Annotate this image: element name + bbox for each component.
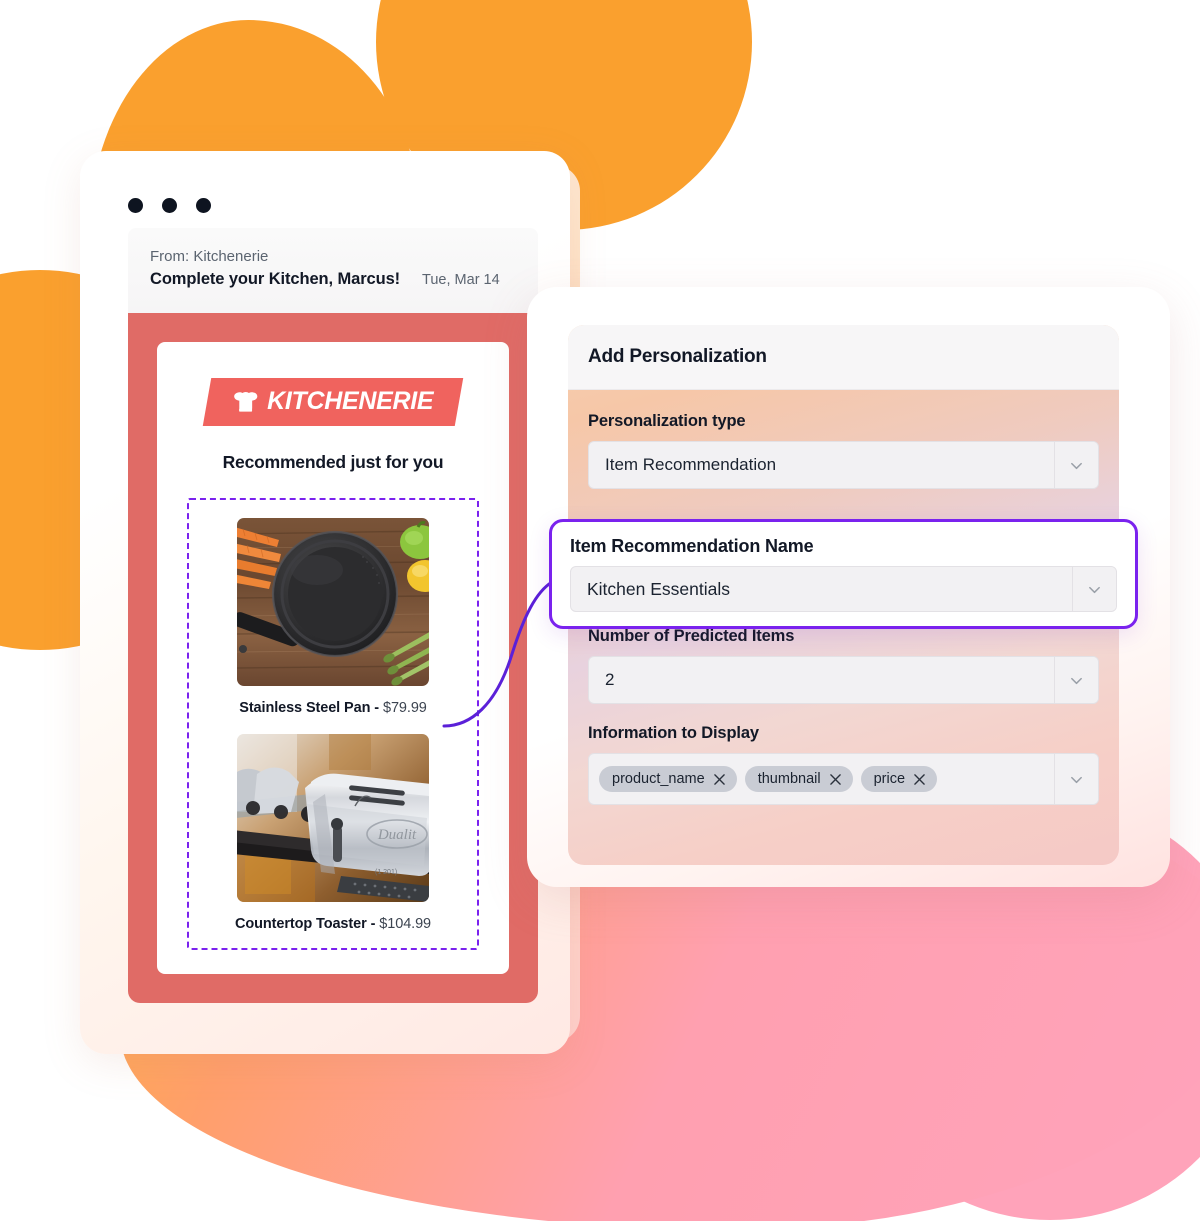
personalization-type-select[interactable]: Item Recommendation bbox=[588, 441, 1099, 489]
field-label: Personalization type bbox=[588, 412, 746, 430]
window-dot-2[interactable] bbox=[162, 198, 177, 213]
product-caption: Stainless Steel Pan - $79.99 bbox=[239, 700, 427, 716]
svg-text:Dualit: Dualit bbox=[377, 827, 417, 843]
number-of-predicted-items-select[interactable]: 2 bbox=[588, 656, 1099, 704]
select-value: Item Recommendation bbox=[605, 455, 777, 474]
screenshot-stage: From: Kitchenerie Complete your Kitchen,… bbox=[0, 0, 1200, 1221]
chevron-down-icon[interactable] bbox=[1054, 657, 1098, 703]
chevron-down-icon[interactable] bbox=[1054, 442, 1098, 488]
email-date: Tue, Mar 14 bbox=[422, 272, 500, 288]
svg-text:(1 201): (1 201) bbox=[375, 869, 397, 876]
chef-hat-icon bbox=[234, 391, 258, 412]
field-label: Item Recommendation Name bbox=[570, 536, 814, 556]
chip-product-name[interactable]: product_name bbox=[599, 766, 737, 792]
email-body: KITCHENERIE Recommended just for you Sta… bbox=[128, 313, 538, 1003]
product-price: $104.99 bbox=[379, 916, 432, 932]
information-to-display-multiselect[interactable]: product_name thumbnail price bbox=[588, 753, 1099, 805]
product-thumbnail-pan bbox=[237, 518, 429, 686]
field-number-of-predicted-items: Number of Predicted Items 2 bbox=[588, 627, 1099, 704]
chip-label: price bbox=[873, 771, 906, 787]
window-dot-3[interactable] bbox=[196, 198, 211, 213]
product-name: Stainless Steel Pan - bbox=[239, 700, 379, 716]
product-thumbnail-toaster: Dualit (1 201) bbox=[237, 734, 429, 902]
email-content-sheet: KITCHENERIE Recommended just for you Sta… bbox=[157, 342, 509, 974]
email-subject: Complete your Kitchen, Marcus! bbox=[150, 270, 401, 288]
select-value: 2 bbox=[605, 670, 615, 689]
email-header: From: Kitchenerie Complete your Kitchen,… bbox=[128, 228, 538, 313]
chip-price[interactable]: price bbox=[860, 766, 938, 792]
close-icon[interactable] bbox=[829, 773, 841, 785]
panel-title: Add Personalization bbox=[588, 346, 767, 367]
chevron-down-icon[interactable] bbox=[1054, 754, 1098, 804]
panel-header: Add Personalization bbox=[568, 325, 1119, 390]
email-sender: From: Kitchenerie bbox=[150, 248, 269, 265]
window-dot-1[interactable] bbox=[128, 198, 143, 213]
select-value: Kitchen Essentials bbox=[587, 578, 730, 599]
product-name: Countertop Toaster - bbox=[234, 916, 376, 932]
recommended-heading: Recommended just for you bbox=[222, 452, 444, 472]
field-label: Number of Predicted Items bbox=[588, 627, 795, 645]
close-icon[interactable] bbox=[914, 773, 925, 785]
chip-label: thumbnail bbox=[757, 771, 821, 787]
personalization-selection-region[interactable]: Stainless Steel Pan - $79.99 Dualit (1 2… bbox=[187, 498, 479, 950]
close-icon[interactable] bbox=[713, 773, 725, 785]
item-recommendation-name-card[interactable]: Item Recommendation Name Kitchen Essenti… bbox=[549, 519, 1138, 629]
email-subject-row: Complete your Kitchen, Marcus! Tue, Mar … bbox=[150, 270, 516, 289]
product-price: $79.99 bbox=[383, 700, 427, 716]
chip-thumbnail[interactable]: thumbnail bbox=[744, 766, 853, 792]
product-item[interactable]: Dualit (1 201) Countertop Toaster - $104… bbox=[189, 734, 477, 932]
chip-list: product_name thumbnail price bbox=[589, 754, 1054, 804]
product-caption: Countertop Toaster - $104.99 bbox=[235, 916, 431, 932]
email-preview-window: From: Kitchenerie Complete your Kitchen,… bbox=[80, 151, 570, 1054]
brand-logo-text: KITCHENERIE bbox=[266, 387, 434, 415]
brand-logo: KITCHENERIE bbox=[175, 378, 491, 426]
field-personalization-type: Personalization type Item Recommendation bbox=[588, 412, 1099, 489]
window-controls[interactable] bbox=[128, 198, 211, 213]
chevron-down-icon[interactable] bbox=[1072, 567, 1116, 611]
field-information-to-display: Information to Display product_name thum… bbox=[588, 724, 1099, 805]
toaster-body: Dualit (1 201) bbox=[305, 773, 429, 876]
product-item[interactable]: Stainless Steel Pan - $79.99 bbox=[189, 518, 477, 716]
chip-label: product_name bbox=[612, 771, 705, 787]
item-recommendation-name-select[interactable]: Kitchen Essentials bbox=[570, 566, 1117, 612]
field-label: Information to Display bbox=[588, 724, 759, 742]
